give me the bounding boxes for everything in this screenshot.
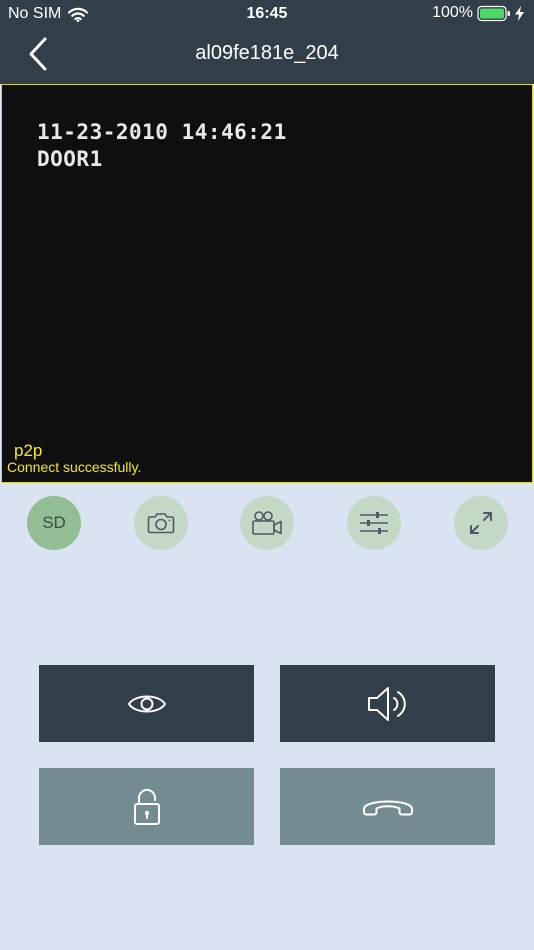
unlock-icon xyxy=(133,788,160,825)
sd-quality-button[interactable]: SD xyxy=(27,496,81,550)
video-view[interactable]: 11-23-2010 14:46:21 DOOR1 p2p Connect su… xyxy=(1,84,533,483)
snapshot-camera-icon xyxy=(147,513,175,534)
connection-info: p2p Connect successfully. xyxy=(7,442,141,476)
battery-icon xyxy=(477,5,510,21)
sd-quality-label: SD xyxy=(42,513,66,532)
connection-status: Connect successfully. xyxy=(7,459,142,475)
unlock-door-button[interactable] xyxy=(39,768,254,845)
header: No SIM 16:45 100% al09fe181e_204 xyxy=(0,0,534,84)
connection-mode: p2p xyxy=(14,441,43,460)
settings-button[interactable] xyxy=(347,496,401,550)
page-title: al09fe181e_204 xyxy=(195,42,339,64)
status-bar: No SIM 16:45 100% xyxy=(0,0,534,28)
speaker-icon xyxy=(367,686,406,721)
osd-camera-name: DOOR1 xyxy=(37,147,103,171)
speaker-button[interactable] xyxy=(280,665,495,742)
video-osd: 11-23-2010 14:46:21 DOOR1 xyxy=(37,119,287,173)
hang-up-button[interactable] xyxy=(280,768,495,845)
settings-sliders-icon xyxy=(360,512,388,534)
hang-up-icon xyxy=(362,800,413,815)
charging-bolt-icon xyxy=(515,5,524,21)
osd-datetime: 11-23-2010 14:46:21 xyxy=(37,120,287,144)
snapshot-button[interactable] xyxy=(134,496,188,550)
battery-percent: 100% xyxy=(432,4,473,21)
fullscreen-button[interactable] xyxy=(454,496,508,550)
record-button[interactable] xyxy=(240,496,294,550)
nav-bar: al09fe181e_204 xyxy=(0,28,534,84)
video-record-icon xyxy=(252,511,282,535)
fullscreen-expand-icon xyxy=(470,512,492,534)
eye-icon xyxy=(127,695,166,712)
status-right: 100% xyxy=(432,4,524,22)
monitor-button[interactable] xyxy=(39,665,254,742)
